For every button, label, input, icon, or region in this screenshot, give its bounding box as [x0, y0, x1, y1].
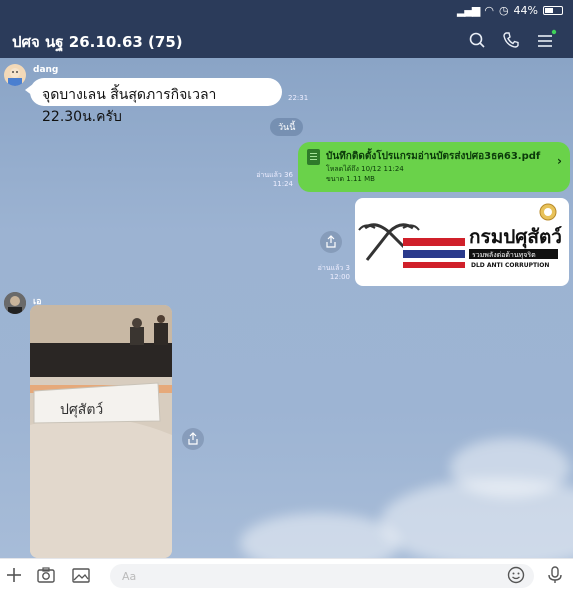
read-receipt: อ่านแล้ว 3 12:00	[300, 264, 350, 282]
read-receipt: อ่านแล้ว 36 11:24	[253, 171, 293, 189]
emoji-icon[interactable]	[506, 565, 526, 585]
chat-title: ปศจ นฐ 26.10.63 (75)	[12, 33, 183, 51]
message-input-bar	[0, 558, 573, 590]
photo-image	[30, 305, 172, 558]
message-time: 22:31	[288, 94, 309, 102]
message-input[interactable]	[110, 564, 534, 588]
share-icon[interactable]	[320, 231, 342, 253]
logo-banner: DLD ANTI CORRUPTION	[471, 262, 550, 269]
image-message[interactable]: กรมปศุสัตว์ รวมพลังต่อต้านทุจริต DLD ANT…	[355, 198, 569, 286]
message-time: 12:00	[329, 273, 350, 281]
avatar[interactable]	[4, 292, 26, 314]
background-cloud	[240, 513, 400, 558]
battery-percent: 44%	[513, 4, 538, 17]
chevron-right-icon: ›	[557, 154, 562, 168]
avatar[interactable]	[4, 64, 26, 86]
logo-title: กรมปศุสัตว์	[469, 226, 562, 248]
read-count: อ่านแล้ว 36	[256, 171, 293, 179]
clock-icon: ◷	[498, 4, 509, 17]
plus-icon[interactable]	[4, 565, 24, 585]
photo-sign-text: ปศุสัตว์	[60, 402, 104, 418]
microphone-icon[interactable]	[545, 565, 565, 585]
signal-icon: ▂▄▆	[456, 4, 480, 17]
image-icon[interactable]	[71, 565, 91, 585]
share-icon[interactable]	[182, 428, 204, 450]
status-indicators: ▂▄▆ ◠ ◷ 44%	[457, 4, 563, 17]
file-name: บันทึกติดตั้งโปรแกรมอ่านบัตรส่งปศอ3ธค63.…	[326, 151, 541, 162]
phone-icon[interactable]	[500, 29, 522, 51]
pdf-file-icon	[307, 149, 320, 165]
chat-area[interactable]: dang จุดบางเลน สิ้นสุดภารกิจเวลา 22.30น.…	[0, 58, 573, 558]
background-cloud	[450, 438, 570, 498]
camera-icon[interactable]	[36, 565, 56, 585]
date-divider: วันนี้	[270, 118, 304, 136]
search-icon[interactable]	[466, 29, 488, 51]
status-bar: ▂▄▆ ◠ ◷ 44%	[0, 0, 573, 22]
battery-icon	[543, 6, 563, 15]
wifi-icon: ◠	[484, 4, 494, 17]
message-bubble[interactable]: จุดบางเลน สิ้นสุดภารกิจเวลา 22.30น.ครับ	[25, 78, 282, 125]
file-size: ขนาด 1.11 MB	[326, 175, 375, 183]
sender-name: dang	[33, 65, 59, 75]
menu-icon[interactable]	[535, 29, 557, 51]
chat-header: ปศจ นฐ 26.10.63 (75)	[0, 22, 573, 58]
logo-subtitle: รวมพลังต่อต้านทุจริต	[472, 251, 536, 259]
read-count: อ่านแล้ว 3	[317, 264, 350, 272]
message-time: 11:24	[272, 180, 293, 188]
message-text: จุดบางเลน สิ้นสุดภารกิจเวลา 22.30น.ครับ	[42, 87, 217, 125]
file-message-bubble[interactable]: บันทึกติดตั้งโปรแกรมอ่านบัตรส่งปศอ3ธค63.…	[298, 142, 570, 192]
photo-message[interactable]: ปศุสัตว์	[30, 305, 172, 558]
